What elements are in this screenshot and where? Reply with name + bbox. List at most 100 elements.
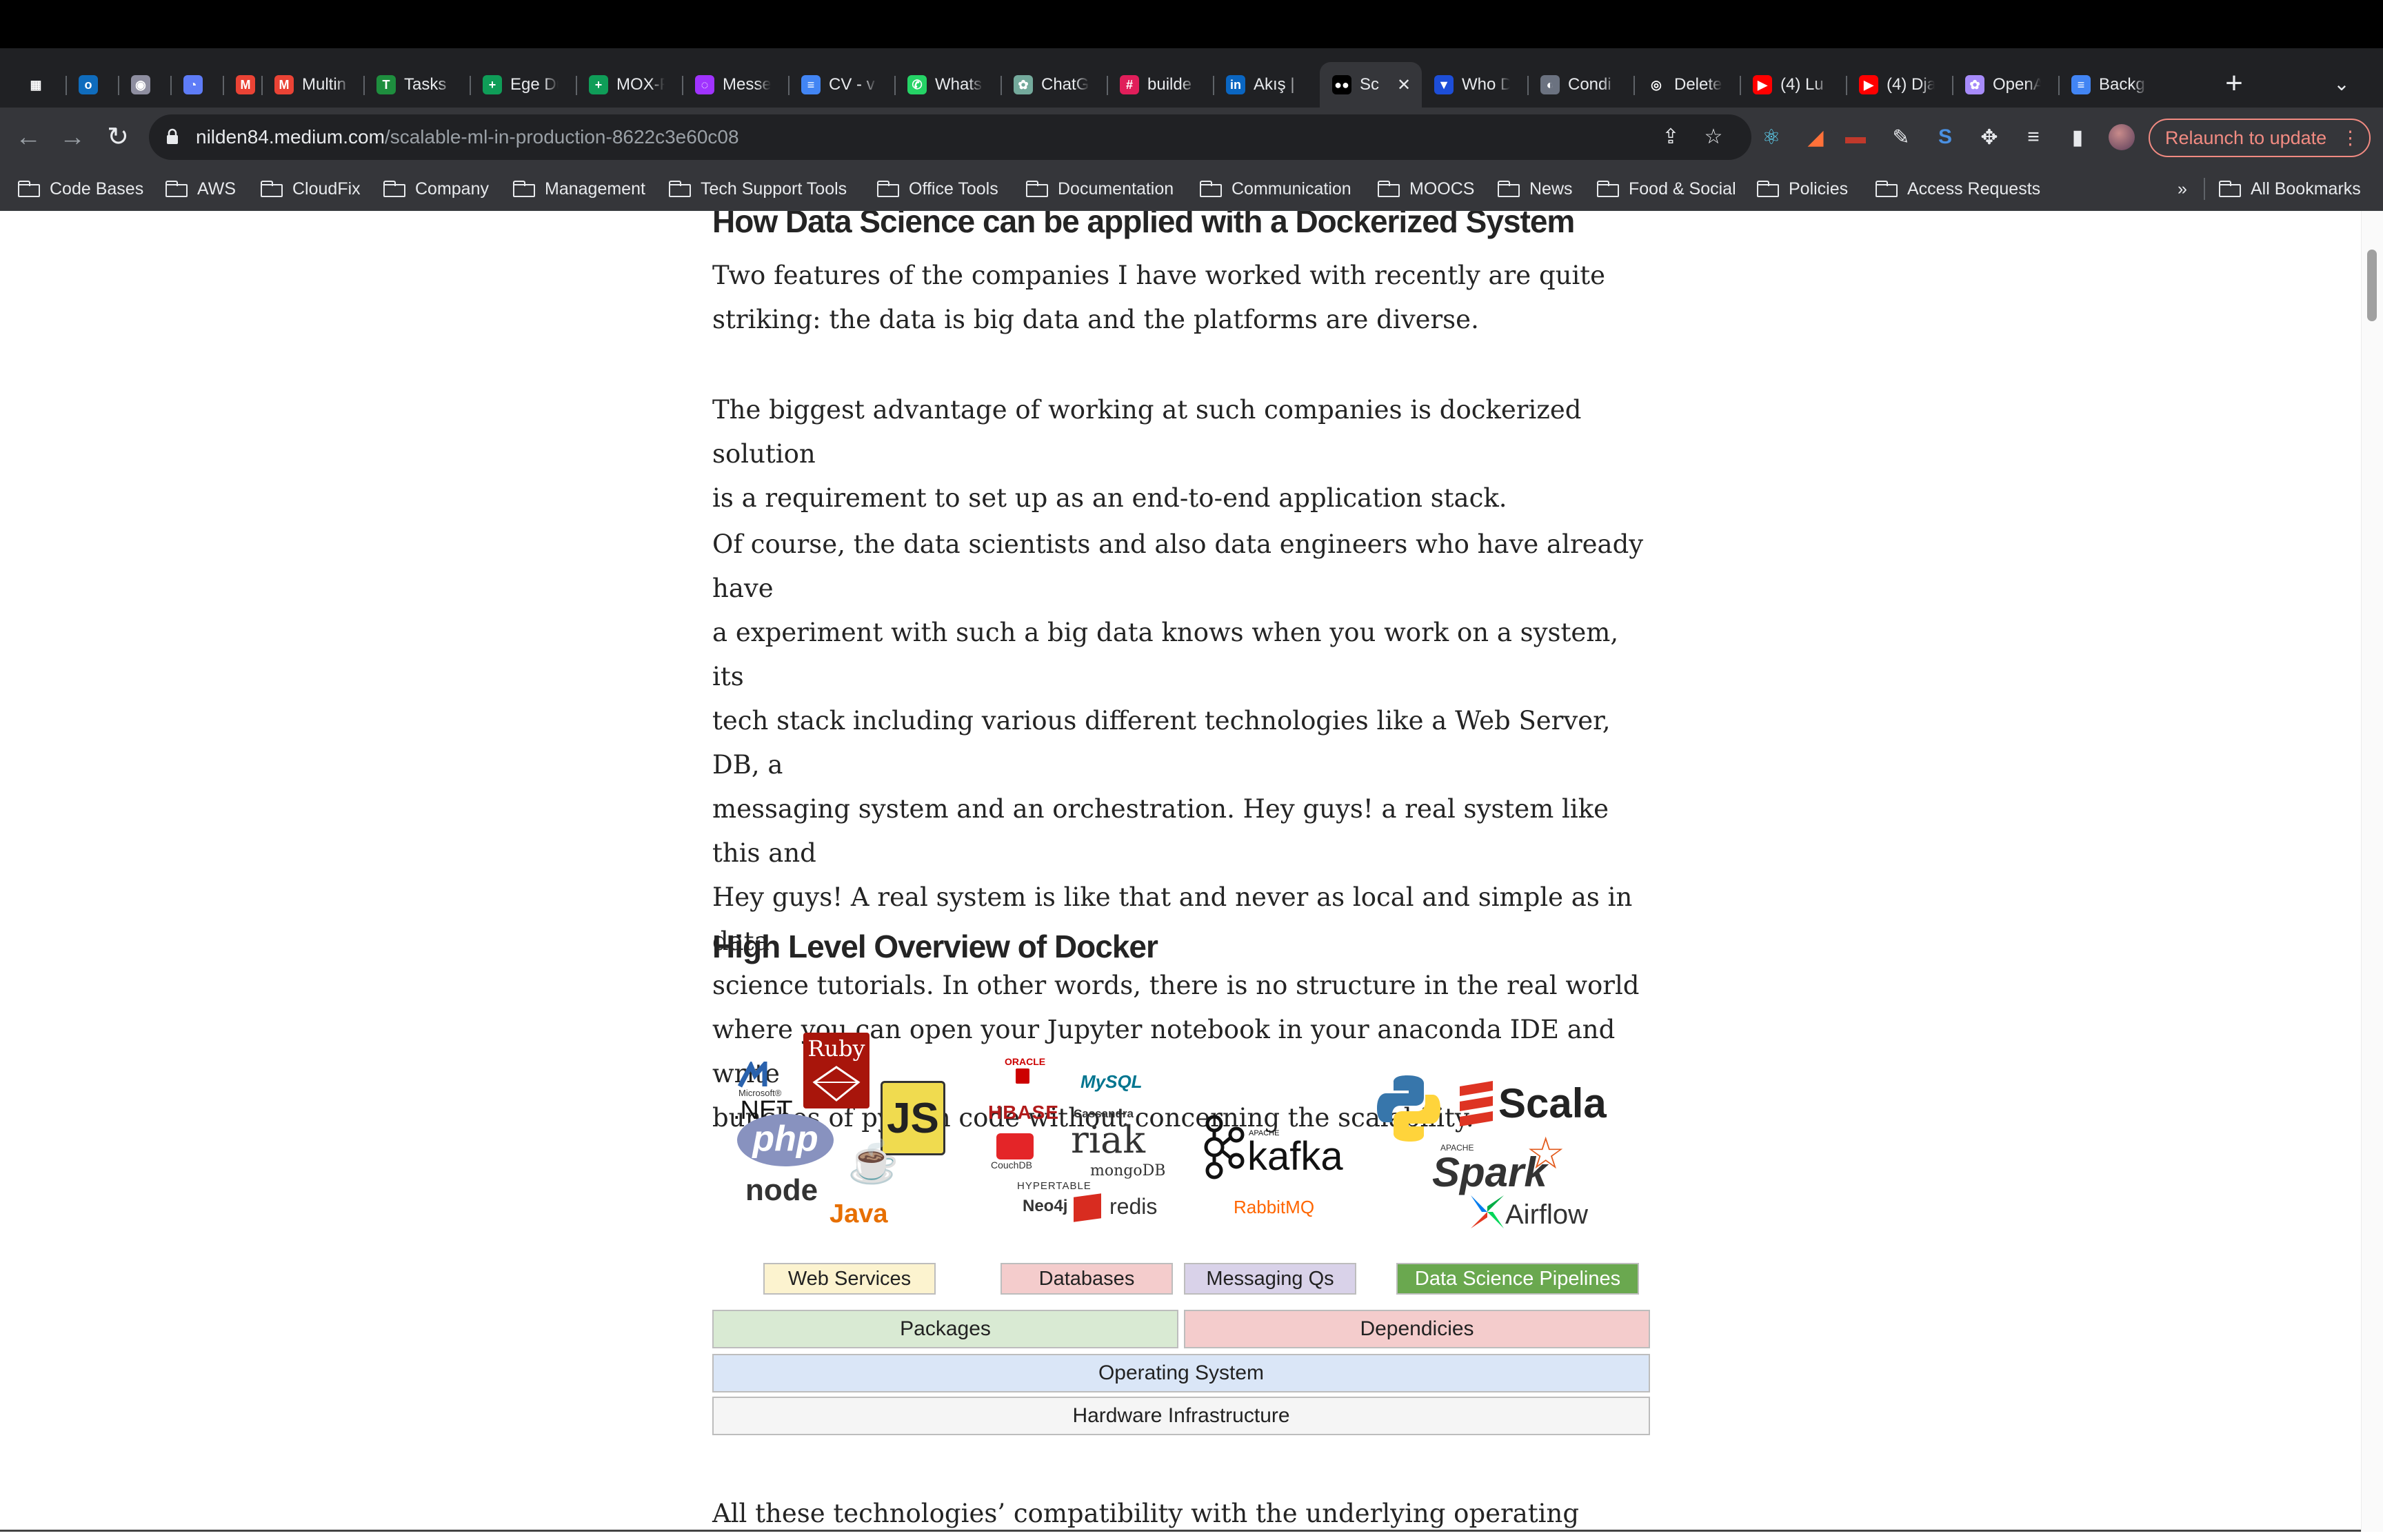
close-tab-icon[interactable]: ✕: [1397, 75, 1411, 95]
scrollbar-thumb[interactable]: [2367, 250, 2377, 321]
folder-icon: [1026, 181, 1048, 197]
bookmark-folder[interactable]: Documentation: [1026, 167, 1174, 211]
window-title-bar: [0, 0, 2383, 48]
bookmark-label: Documentation: [1058, 179, 1174, 199]
bookmark-folder[interactable]: News: [1498, 167, 1573, 211]
browser-tab[interactable]: ◎ Delete: [1634, 62, 1740, 108]
folder-icon: [877, 181, 899, 197]
linkedin-icon: in: [1226, 75, 1245, 94]
back-arrow-icon[interactable]: ←: [10, 119, 47, 156]
puzzle-extensions-icon[interactable]: ✥: [1975, 123, 2004, 152]
browser-tab[interactable]: M: [223, 62, 262, 108]
folder-icon: [1498, 181, 1520, 197]
browser-tab[interactable]: ✆ Whats: [895, 62, 1001, 108]
browser-tab[interactable]: ≡ Backg: [2059, 62, 2165, 108]
folder-icon: [383, 181, 405, 197]
browser-tab[interactable]: + MOX-F: [576, 62, 683, 108]
bookmark-folder[interactable]: Code Bases: [18, 167, 143, 211]
relaunch-to-update-button[interactable]: Relaunch to update ⋮: [2149, 119, 2371, 157]
reading-list-icon[interactable]: ≡: [2019, 123, 2048, 152]
browser-tab[interactable]: ▼ Who D: [1422, 62, 1528, 108]
tab-title: ChatG: [1041, 75, 1089, 94]
bookmark-folder[interactable]: AWS: [165, 167, 236, 211]
all-bookmarks-button[interactable]: All Bookmarks: [2219, 167, 2361, 211]
browser-tab[interactable]: ◔: [171, 62, 223, 108]
bookmark-star-icon[interactable]: ☆: [1699, 123, 1728, 152]
bookmark-folder[interactable]: Policies: [1757, 167, 1848, 211]
tab-title: Condi: [1568, 75, 1611, 94]
browser-toolbar: ← → ↻ nilden84.medium.com/scalable-ml-in…: [0, 108, 2383, 167]
bookmark-folder[interactable]: Office Tools: [877, 167, 998, 211]
mysql-logo: MySQL: [1080, 1071, 1143, 1092]
more-menu-icon[interactable]: ⋮: [2341, 120, 2360, 156]
airflow-logo: Airflow: [1505, 1199, 1589, 1230]
share-icon[interactable]: ⇪: [1656, 123, 1685, 152]
lock-icon: [167, 128, 178, 144]
bookmark-label: Policies: [1789, 179, 1849, 199]
dotnet-logo: [737, 1057, 795, 1089]
extension-icon[interactable]: ◢: [1801, 123, 1830, 152]
url-path: /scalable-ml-in-production-8622c3e60c08: [384, 126, 739, 148]
page-scrollbar[interactable]: [2361, 211, 2383, 1532]
bookmarks-overflow-button[interactable]: »: [2178, 167, 2187, 211]
tab-search-chevron-icon[interactable]: ⌄: [2328, 69, 2355, 99]
reload-icon[interactable]: ↻: [99, 119, 137, 156]
bookmark-folder[interactable]: MOOCS: [1378, 167, 1474, 211]
bookmark-folder[interactable]: Tech Support Tools: [669, 167, 847, 211]
browser-tab[interactable]: in Akış |: [1214, 62, 1320, 108]
bookmark-label: CloudFix: [292, 179, 361, 199]
outlook-icon: o: [79, 75, 98, 94]
tab-title: (4) Dja: [1887, 75, 1935, 94]
folder-icon: [18, 181, 40, 197]
condi-icon: ◐: [1540, 75, 1560, 94]
java-text: Java: [829, 1199, 888, 1228]
extension-icon[interactable]: ▬: [1841, 123, 1870, 152]
browser-tab[interactable]: ▦: [14, 62, 66, 108]
react-devtools-icon[interactable]: ⚛: [1757, 123, 1786, 152]
bookmark-folder[interactable]: Management: [513, 167, 645, 211]
new-tab-button[interactable]: +: [2219, 66, 2249, 103]
bookmark-folder[interactable]: Company: [383, 167, 489, 211]
browser-tab[interactable]: ▶ (4) Lu: [1740, 62, 1847, 108]
extension-s-icon[interactable]: S: [1931, 123, 1960, 152]
browser-tab[interactable]: ≡ CV - v: [789, 62, 895, 108]
browser-tab[interactable]: ◐ Condi: [1528, 62, 1634, 108]
sheets-icon: +: [483, 75, 502, 94]
browser-tab[interactable]: T Tasks: [364, 62, 470, 108]
browser-tab[interactable]: ◌ Messe: [683, 62, 789, 108]
browser-tab[interactable]: ●● Sc ✕: [1320, 62, 1422, 108]
messenger-icon: ◌: [695, 75, 714, 94]
couchdb-icon: [996, 1133, 1034, 1159]
category-messaging-qs: Messaging Qs: [1184, 1263, 1356, 1295]
forward-arrow-icon[interactable]: →: [54, 119, 91, 156]
avatar[interactable]: [2107, 123, 2136, 152]
tab-title: Messe: [723, 75, 771, 94]
bookmark-folder[interactable]: CloudFix: [261, 167, 361, 211]
medium-icon: ●●: [1332, 75, 1351, 94]
bookmark-folder[interactable]: Food & Social: [1597, 167, 1736, 211]
eyedropper-icon[interactable]: ✎: [1887, 123, 1916, 152]
browser-tab[interactable]: M Multin: [262, 62, 364, 108]
url-text[interactable]: nilden84.medium.com/scalable-ml-in-produ…: [196, 114, 739, 160]
browser-tab[interactable]: + Ege Du: [470, 62, 576, 108]
bookmarks-bar: Code Bases AWS CloudFix Company Management Te…: [0, 167, 2383, 211]
browser-tab[interactable]: ✿ OpenA: [1953, 62, 2059, 108]
folder-icon: [1757, 181, 1779, 197]
bookmark-folder[interactable]: Communication: [1200, 167, 1351, 211]
browser-tab[interactable]: ✿ ChatG: [1001, 62, 1107, 108]
bookmark-folder[interactable]: Access Requests: [1876, 167, 2040, 211]
browser-tab[interactable]: # builde: [1107, 62, 1214, 108]
nodejs-logo: node: [745, 1173, 818, 1207]
browser-tab[interactable]: o: [66, 62, 119, 108]
side-panel-icon[interactable]: ▮: [2063, 123, 2092, 152]
oracle-icon: [1016, 1068, 1029, 1084]
bookmark-label: Tech Support Tools: [701, 179, 847, 199]
browser-tab[interactable]: ◉: [119, 62, 171, 108]
bookmark-label: Food & Social: [1629, 179, 1736, 199]
layer-operating-system: Operating System: [712, 1354, 1650, 1392]
layer-hardware-infrastructure: Hardware Infrastructure: [712, 1397, 1650, 1435]
whatsapp-icon: ✆: [907, 75, 927, 94]
address-bar[interactable]: nilden84.medium.com/scalable-ml-in-produ…: [149, 114, 1751, 160]
scala-icon: [1460, 1081, 1493, 1129]
browser-tab[interactable]: ▶ (4) Dja: [1847, 62, 1953, 108]
